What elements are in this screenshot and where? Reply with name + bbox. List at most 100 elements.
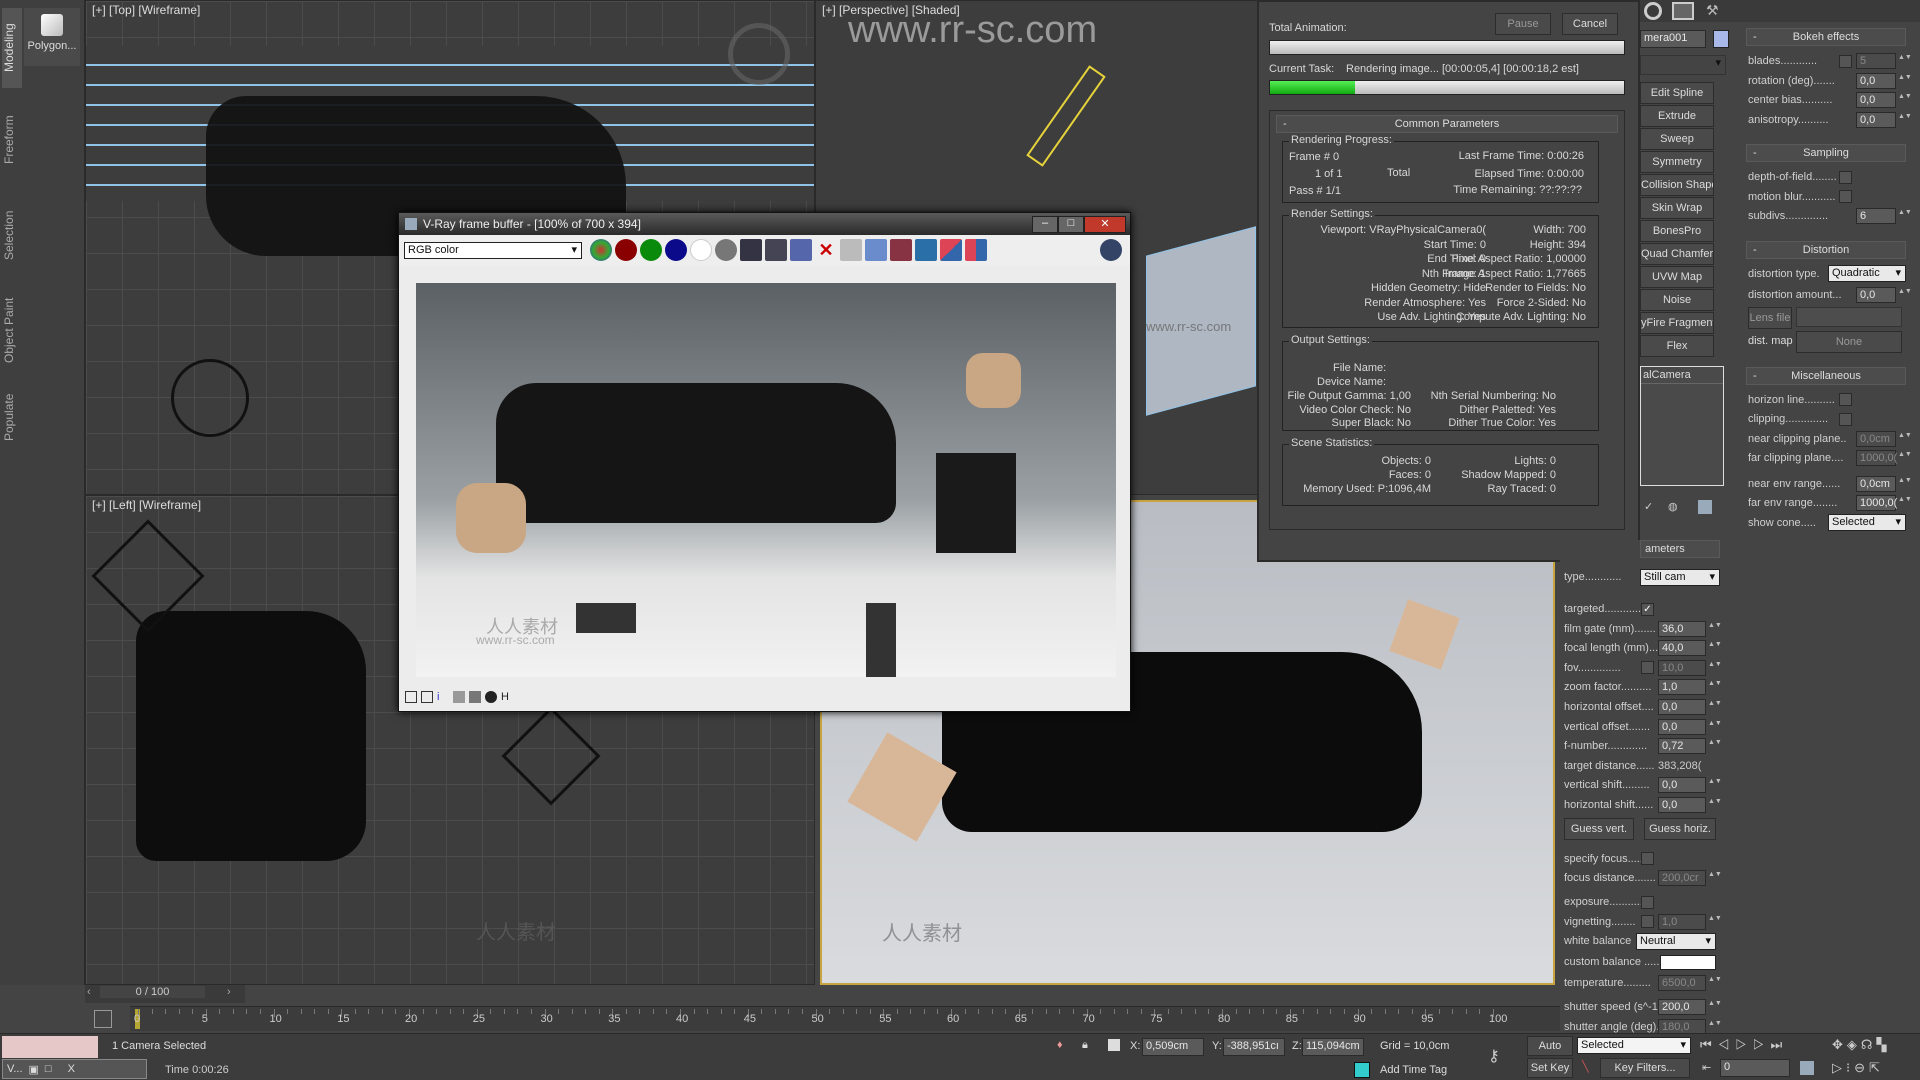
spinner-arrows-icon[interactable]: ▲▼: [1898, 496, 1912, 510]
show-end-result-icon[interactable]: ◍: [1668, 500, 1678, 513]
add-time-tag[interactable]: Add Time Tag: [1380, 1064, 1447, 1076]
modifier-button[interactable]: Skin Wrap: [1640, 197, 1714, 219]
open-folder-icon[interactable]: [790, 239, 812, 261]
track-mouse-icon[interactable]: [840, 239, 862, 261]
maxscript-listener[interactable]: [2, 1036, 98, 1058]
modifier-button[interactable]: yFire Fragment: [1640, 312, 1714, 334]
rgb-channel-icon[interactable]: [590, 239, 612, 261]
minimize-button[interactable]: –: [1032, 215, 1058, 233]
alpha-channel-icon[interactable]: [690, 239, 712, 261]
sampling-rollout-header[interactable]: Sampling: [1746, 144, 1906, 162]
lut-icon[interactable]: [915, 239, 937, 261]
param-spinner-field[interactable]: 36,0: [1658, 620, 1706, 637]
param-spinner-field[interactable]: 6500,0: [1658, 975, 1706, 992]
bokeh-rollout-header[interactable]: Bokeh effects: [1746, 28, 1906, 46]
object-name-field[interactable]: mera001: [1640, 30, 1706, 48]
white-balance-select[interactable]: Neutral: [1636, 932, 1716, 950]
param-spinner-field[interactable]: 1,0: [1658, 913, 1706, 930]
dolly-icon[interactable]: ▷: [1832, 1060, 1846, 1075]
modifier-list-dropdown[interactable]: [1640, 55, 1726, 75]
lens-file-field[interactable]: [1796, 306, 1902, 327]
modifier-button[interactable]: Symmetry: [1640, 151, 1714, 173]
tab-populate[interactable]: Populate: [2, 385, 22, 450]
spinner-arrows-icon[interactable]: ▲▼: [1898, 477, 1912, 491]
go-to-end-icon[interactable]: ⏭: [1771, 1037, 1789, 1052]
param-checkbox[interactable]: ✓: [1641, 602, 1654, 616]
param-spinner-field[interactable]: 0,0cm: [1856, 475, 1896, 492]
key-filters-button[interactable]: Key Filters...: [1600, 1058, 1690, 1078]
spinner-arrows-icon[interactable]: ▲▼: [1708, 1020, 1722, 1034]
param-spinner-field[interactable]: 5: [1856, 53, 1896, 69]
tab-object-paint[interactable]: Object Paint: [2, 290, 22, 370]
param-checkbox[interactable]: [1641, 915, 1654, 929]
absolute-mode-icon[interactable]: [1108, 1039, 1120, 1051]
roll-icon[interactable]: ⊖: [1854, 1060, 1869, 1075]
spinner-arrows-icon[interactable]: ▲▼: [1708, 680, 1722, 694]
modifier-stack[interactable]: alCamera: [1640, 366, 1724, 486]
lens-file-button[interactable]: Lens file: [1748, 306, 1792, 329]
taskbar-item-vfb[interactable]: V... ▣ □ X: [2, 1059, 147, 1079]
param-spinner-field[interactable]: 200,0: [1658, 999, 1706, 1016]
next-key-icon[interactable]: ▷: [1753, 1037, 1771, 1052]
spinner-arrows-icon[interactable]: ▲▼: [1708, 720, 1722, 734]
spinner-arrows-icon[interactable]: ▲▼: [1898, 74, 1912, 88]
modifier-button[interactable]: Extrude: [1640, 105, 1714, 127]
param-spinner-field[interactable]: 0,0: [1658, 797, 1706, 813]
param-spinner-field[interactable]: 0,0: [1856, 111, 1896, 128]
save-all-icon[interactable]: [765, 239, 787, 261]
maximize-button[interactable]: □: [1058, 215, 1084, 233]
param-spinner-field[interactable]: 6: [1856, 208, 1896, 224]
channel-select[interactable]: RGB color: [404, 241, 582, 259]
param-spinner-field[interactable]: 0,0: [1658, 699, 1706, 715]
lock-selection-icon[interactable]: 🔒︎: [1082, 1039, 1088, 1052]
spinner-arrows-icon[interactable]: ▲▼: [1708, 739, 1722, 753]
spinner-arrows-icon[interactable]: ▲▼: [1898, 451, 1912, 465]
param-spinner-field[interactable]: 1000,0(: [1856, 450, 1897, 466]
render-progress-dialog[interactable]: Total Animation: Pause Cancel Current Ta…: [1257, 0, 1640, 562]
prev-frame-button[interactable]: ‹: [87, 986, 91, 998]
object-color-swatch[interactable]: [1713, 30, 1729, 48]
modifier-button[interactable]: Flex: [1640, 335, 1714, 357]
render-last-icon[interactable]: [890, 239, 912, 261]
stack-item-camera[interactable]: alCamera: [1641, 367, 1723, 384]
modifier-button[interactable]: BonesPro: [1640, 220, 1714, 242]
param-spinner-field[interactable]: 0,0cm: [1856, 430, 1896, 447]
orbit-icon[interactable]: ☊: [1861, 1037, 1877, 1052]
param-checkbox[interactable]: [1839, 412, 1852, 426]
x-coordinate-field[interactable]: 0,509cm: [1142, 1038, 1204, 1056]
motion-tab-icon[interactable]: [1644, 2, 1662, 20]
param-checkbox[interactable]: [1839, 393, 1852, 406]
common-parameters-header[interactable]: Common Parameters: [1276, 115, 1618, 133]
param-spinner-field[interactable]: 0,0: [1856, 72, 1896, 89]
spinner-arrows-icon[interactable]: ▲▼: [1708, 915, 1722, 929]
vfb-titlebar[interactable]: V-Ray frame buffer - [100% of 700 x 394]…: [399, 213, 1130, 235]
param-checkbox[interactable]: [1641, 852, 1654, 866]
ab-split-icon[interactable]: [965, 239, 987, 261]
viewport-top-label[interactable]: [+] [Top] [Wireframe]: [92, 3, 200, 17]
y-coordinate-field[interactable]: -388,951cı: [1223, 1038, 1285, 1056]
param-spinner-field[interactable]: 1000,0(: [1856, 495, 1897, 511]
frame-counter[interactable]: 0 / 100: [100, 986, 205, 998]
key-mode-toggle-icon[interactable]: ⇤: [1702, 1061, 1711, 1074]
modifier-button[interactable]: Quad Chamfer: [1640, 243, 1714, 265]
key-mode-icon[interactable]: ⚷: [1488, 1046, 1500, 1066]
spinner-arrows-icon[interactable]: ▲▼: [1708, 700, 1722, 714]
utilities-tab-icon[interactable]: ⚒: [1706, 2, 1726, 20]
pin-stack-icon[interactable]: ✓: [1644, 500, 1653, 513]
param-spinner-field[interactable]: 1,0: [1658, 679, 1706, 696]
time-configuration-icon[interactable]: [1800, 1061, 1814, 1075]
camera-parameters-header[interactable]: ameters: [1640, 540, 1720, 558]
param-checkbox[interactable]: [1839, 190, 1852, 203]
vfb-tool-icon[interactable]: [405, 691, 417, 703]
param-spinner-field[interactable]: 200,0cr: [1658, 870, 1706, 887]
guess-horiz-button[interactable]: Guess horiz.: [1644, 817, 1716, 840]
vfb-tool-icon[interactable]: [453, 691, 465, 703]
spinner-arrows-icon[interactable]: ▲▼: [1708, 1000, 1722, 1014]
mono-channel-icon[interactable]: [715, 239, 737, 261]
key-mode-select[interactable]: Selected: [1577, 1037, 1691, 1054]
spinner-arrows-icon[interactable]: ▲▼: [1898, 288, 1912, 302]
track-bar[interactable]: 0 5 10 15 20 25 30 35 40 45 50 55 60 65 70 75 80 85 90 95 10…: [130, 1006, 1560, 1031]
save-icon[interactable]: [740, 239, 762, 261]
tab-selection[interactable]: Selection: [2, 195, 22, 275]
info-icon[interactable]: i: [437, 691, 449, 703]
